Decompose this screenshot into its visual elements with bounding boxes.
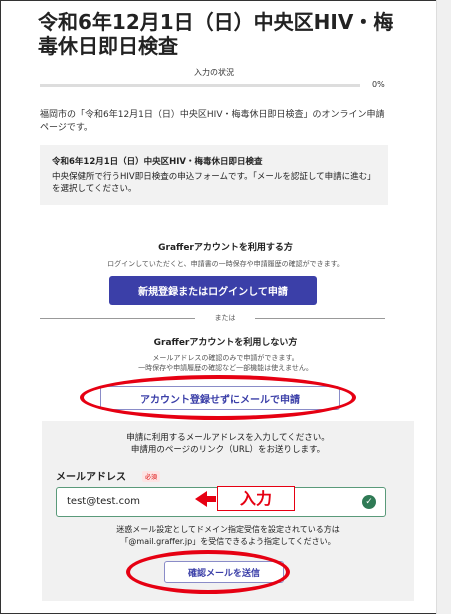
intro-text: 福岡市の「令和6年12月1日（日）中央区HIV・梅毒休日即日検査」のオンライン申…: [40, 110, 385, 133]
without-account-heading: Grafferアカウントを利用しない方: [153, 338, 298, 348]
scrollbar-gutter: [436, 0, 451, 614]
spam-note-line-1: 迷惑メール設定としてドメイン指定受信を設定されている方は: [116, 525, 340, 534]
email-form-instruction-1: 申請に利用するメールアドレスを入力してください。: [126, 433, 330, 443]
notice-title: 令和6年12月1日（日）中央区HIV・梅毒休日即日検査: [52, 157, 263, 167]
page-title: 令和6年12月1日（日）中央区HIV・梅毒休日即日検査: [38, 10, 394, 58]
required-badge: 必須: [142, 471, 161, 482]
without-account-description-1: メールアドレスの確認のみで申請ができます。: [152, 354, 299, 362]
email-form-instruction-2: 申請用のページのリンク（URL）をお送りします。: [130, 445, 326, 455]
notice-box: 令和6年12月1日（日）中央区HIV・梅毒休日即日検査 中央保健所で行うHIV即…: [40, 145, 388, 205]
divider-right: [255, 318, 385, 319]
spam-note: 迷惑メール設定としてドメイン指定受信を設定されている方は 「@mail.graf…: [42, 524, 414, 548]
login-apply-button[interactable]: 新規登録またはログインして申請: [109, 276, 317, 305]
email-label: メールアドレス: [56, 472, 126, 483]
input-annotation-box: 入力: [217, 486, 295, 511]
progress-bar: [40, 84, 360, 87]
without-account-description-2: 一時保存や申請履歴の確認など一部機能は使えません。: [138, 364, 313, 372]
divider-or-text: または: [214, 314, 236, 322]
valid-check-icon: ✓: [362, 495, 376, 509]
highlight-oval-send: [126, 550, 290, 594]
notice-body: 中央保健所で行うHIV即日検査の申込フォームです。「メールを認証して申請に進む」…: [52, 172, 372, 194]
progress-label: 入力の状況: [194, 68, 234, 77]
email-form-instructions: 申請に利用するメールアドレスを入力してください。 申請用のページのリンク（URL…: [42, 432, 414, 456]
annotation-arrow-stem: [206, 496, 216, 502]
with-account-heading: Grafferアカウントを利用する方: [158, 243, 293, 253]
with-account-description: ログインしていただくと、申請書の一時保存や申請履歴の確認ができます。: [107, 260, 344, 268]
input-annotation-label: 入力: [239, 489, 272, 508]
spam-note-line-2: 「@mail.graffer.jp」を受信できるよう指定してください。: [120, 537, 336, 546]
progress-percent: 0%: [372, 80, 385, 89]
divider-left: [40, 318, 195, 319]
highlight-oval-email-apply: [80, 375, 356, 420]
